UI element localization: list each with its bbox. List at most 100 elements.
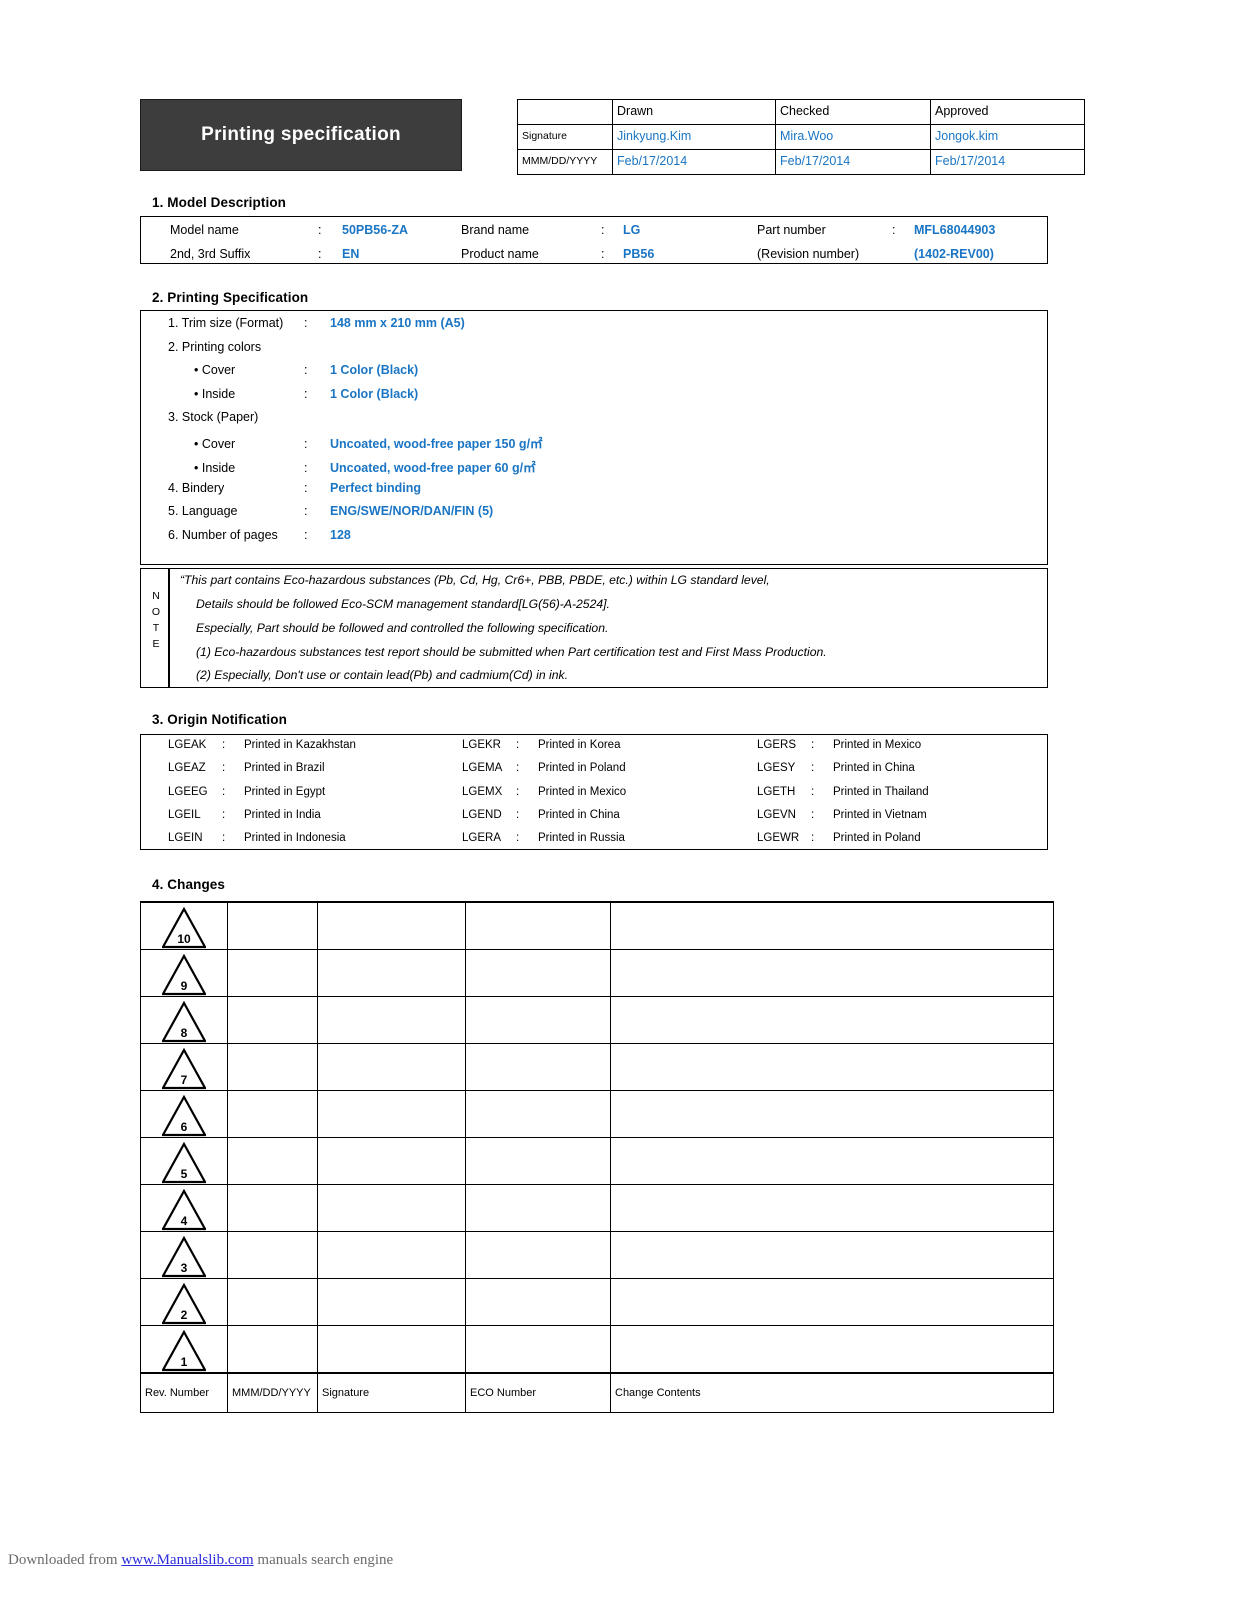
origin-code: LGEMX: [462, 786, 503, 798]
changes-empty-cell[interactable]: [610, 901, 1054, 950]
revision-marker: 6: [141, 1091, 227, 1137]
origin-colon: :: [516, 739, 520, 751]
changes-empty-cell[interactable]: [465, 996, 611, 1044]
table-row-header: Drawn Checked Approved: [517, 99, 1085, 125]
changes-table-footer-row: Rev. Number MMM/DD/YYYY Signature ECO Numbe…: [140, 1372, 1054, 1413]
origin-code: LGEKR: [462, 739, 501, 751]
changes-empty-cell[interactable]: [465, 1043, 611, 1091]
note-letter-o: O: [151, 606, 161, 618]
changes-empty-cell[interactable]: [317, 1137, 466, 1185]
field-value: EN: [342, 247, 360, 261]
origin-text: Printed in Indonesia: [244, 832, 346, 844]
changes-empty-cell[interactable]: [465, 901, 611, 950]
spec-colon: :: [304, 481, 308, 495]
revision-number: 1: [180, 1355, 188, 1369]
manualslib-footer: Downloaded from www.Manualslib.com manua…: [8, 1552, 393, 1569]
origin-text: Printed in China: [833, 762, 915, 774]
spec-label: • Inside: [194, 461, 236, 475]
date-checked: Feb/17/2014: [775, 149, 931, 175]
field-value: 50PB56-ZA: [342, 223, 408, 237]
origin-colon: :: [811, 832, 815, 844]
changes-empty-cell[interactable]: [610, 1137, 1054, 1185]
field-brand-name: Brand name: LG: [461, 223, 640, 237]
origin-text: Printed in Vietnam: [833, 809, 927, 821]
changes-rev-number-cell: 2: [140, 1278, 228, 1326]
spec-colon: :: [304, 528, 308, 542]
changes-empty-cell[interactable]: [610, 1090, 1054, 1138]
revision-number: 2: [180, 1308, 188, 1322]
changes-empty-cell[interactable]: [610, 1184, 1054, 1232]
changes-empty-cell[interactable]: [227, 1184, 318, 1232]
changes-empty-cell[interactable]: [610, 1043, 1054, 1091]
spec-value: 1 Color (Black): [330, 387, 419, 401]
changes-empty-cell[interactable]: [227, 1231, 318, 1279]
table-row: 8: [140, 996, 1054, 1044]
spec-row-language: 5. Language: ENG/SWE/NOR/DAN/FIN (5): [168, 504, 493, 518]
changes-empty-cell[interactable]: [317, 901, 466, 950]
revision-marker: 9: [141, 950, 227, 996]
spec-colon: :: [304, 363, 308, 377]
changes-rev-number-cell: 1: [140, 1325, 228, 1374]
page-title: Printing specification: [201, 124, 401, 145]
section-heading-changes: 4. Changes: [152, 877, 226, 892]
spec-label: 4. Bindery: [168, 481, 225, 495]
table-row: 6: [140, 1090, 1054, 1138]
spec-colon: :: [304, 316, 308, 330]
changes-empty-cell[interactable]: [317, 996, 466, 1044]
changes-empty-cell[interactable]: [317, 1231, 466, 1279]
changes-empty-cell[interactable]: [317, 1090, 466, 1138]
origin-entry-lgend: LGEND: Printed in China: [462, 809, 620, 821]
changes-empty-cell[interactable]: [610, 1231, 1054, 1279]
changes-empty-cell[interactable]: [227, 1090, 318, 1138]
changes-footer-label: Change Contents: [610, 1372, 1054, 1413]
changes-empty-cell[interactable]: [227, 1278, 318, 1326]
warning-triangle-icon: 7: [162, 1048, 206, 1090]
origin-colon: :: [516, 832, 520, 844]
changes-rev-number-cell: 3: [140, 1231, 228, 1279]
origin-entry-lgevn: LGEVN: Printed in Vietnam: [757, 809, 927, 821]
warning-triangle-icon: 8: [162, 1001, 206, 1043]
changes-empty-cell[interactable]: [610, 996, 1054, 1044]
sig-header-approved: Approved: [930, 99, 1085, 125]
origin-code: LGEAZ: [168, 762, 206, 774]
changes-empty-cell[interactable]: [227, 1043, 318, 1091]
changes-empty-cell[interactable]: [317, 1325, 466, 1374]
spec-value: Uncoated, wood-free paper 60 g/㎡: [330, 461, 536, 475]
changes-empty-cell[interactable]: [317, 1043, 466, 1091]
changes-empty-cell[interactable]: [465, 1278, 611, 1326]
changes-empty-cell[interactable]: [317, 1184, 466, 1232]
origin-text: Printed in China: [538, 809, 620, 821]
origin-entry-lgemx: LGEMX: Printed in Mexico: [462, 786, 626, 798]
field-label: 2nd, 3rd Suffix: [170, 247, 251, 261]
spec-value: 148 mm x 210 mm (A5): [330, 316, 465, 330]
note-side-label: N O T E: [146, 588, 166, 652]
spec-row-colors-inside: • Inside: 1 Color (Black): [194, 387, 418, 401]
changes-empty-cell[interactable]: [227, 996, 318, 1044]
origin-text: Printed in Korea: [538, 739, 621, 751]
table-row: 7: [140, 1043, 1054, 1091]
changes-empty-cell[interactable]: [317, 949, 466, 997]
changes-empty-cell[interactable]: [465, 1184, 611, 1232]
origin-text: Printed in Kazakhstan: [244, 739, 356, 751]
changes-rev-number-cell: 10: [140, 901, 228, 950]
changes-empty-cell[interactable]: [610, 949, 1054, 997]
changes-empty-cell[interactable]: [610, 1278, 1054, 1326]
revision-marker: 2: [141, 1279, 227, 1325]
changes-empty-cell[interactable]: [465, 1137, 611, 1185]
changes-empty-cell[interactable]: [227, 949, 318, 997]
manualslib-link[interactable]: www.Manualslib.com: [121, 1552, 253, 1568]
origin-code: LGEAK: [168, 739, 207, 751]
note-divider: [168, 568, 170, 688]
field-colon: :: [601, 223, 605, 237]
changes-empty-cell[interactable]: [227, 1325, 318, 1374]
changes-empty-cell[interactable]: [610, 1325, 1054, 1374]
changes-empty-cell[interactable]: [465, 1325, 611, 1374]
changes-empty-cell[interactable]: [465, 1090, 611, 1138]
origin-colon: :: [516, 809, 520, 821]
spec-colon: :: [304, 437, 308, 451]
changes-empty-cell[interactable]: [465, 1231, 611, 1279]
changes-empty-cell[interactable]: [317, 1278, 466, 1326]
changes-empty-cell[interactable]: [227, 901, 318, 950]
changes-empty-cell[interactable]: [227, 1137, 318, 1185]
changes-empty-cell[interactable]: [465, 949, 611, 997]
